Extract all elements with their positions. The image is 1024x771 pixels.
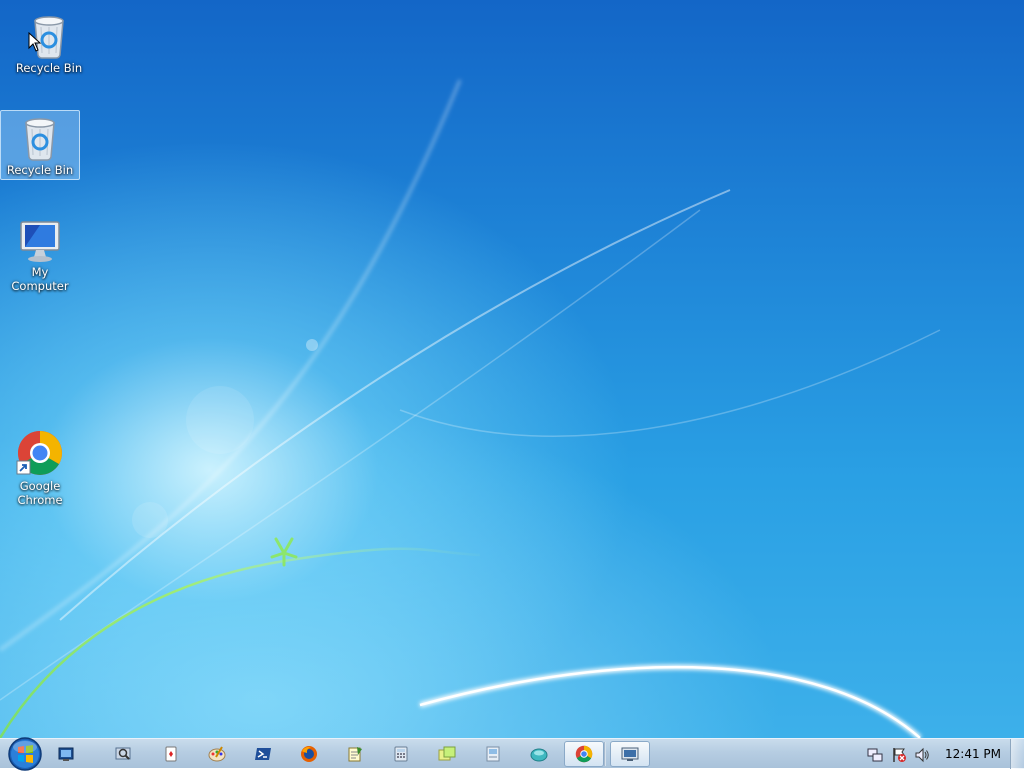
taskbar-chrome[interactable] [564, 741, 604, 767]
taskbar-display-settings[interactable] [610, 741, 650, 767]
taskbar-solitaire[interactable] [151, 741, 191, 767]
desktop-icon-label: My Computer [11, 265, 69, 293]
taskbar-magnifier[interactable] [104, 741, 144, 767]
network-icon[interactable] [867, 747, 883, 763]
display-settings-icon [621, 747, 639, 761]
volume-icon[interactable] [914, 747, 930, 763]
wallpaper-swooshes [0, 79, 941, 738]
action-center-flag-icon[interactable] [891, 747, 907, 763]
taskbar-file-transfer[interactable] [473, 741, 513, 767]
desktop-icon-recycle-bin[interactable]: Recycle Bin [9, 10, 89, 76]
taskbar-sticky-notes[interactable] [427, 741, 467, 767]
taskbar-remote-desktop[interactable] [46, 741, 86, 767]
desktop-icon-label: Recycle Bin [6, 163, 74, 177]
taskbar-firefox[interactable] [289, 741, 329, 767]
recycle-bin-icon [25, 118, 55, 161]
solitaire-icon [165, 746, 177, 762]
show-desktop-button[interactable] [1010, 739, 1024, 769]
paint-icon [208, 746, 226, 762]
start-button[interactable] [4, 733, 46, 771]
remote-desktop-icon [58, 747, 74, 761]
calculator-icon [394, 746, 408, 762]
teal-app-icon [530, 748, 548, 762]
taskbar-separator [604, 742, 606, 766]
computer-icon [20, 221, 60, 262]
taskbar: 12:41 PM [0, 737, 1024, 771]
desktop-icon-label: Recycle Bin [15, 61, 83, 75]
mouse-cursor-icon [28, 32, 42, 52]
taskbar-calculator[interactable] [381, 741, 421, 767]
desktop[interactable]: Recycle Bin Recycle Bin My Computer Goog… [0, 0, 1024, 738]
magnifier-icon [115, 747, 131, 760]
desktop-icon-google-chrome[interactable]: Google Chrome [0, 428, 80, 508]
chrome-shortcut-icon [16, 431, 62, 475]
file-transfer-icon [486, 746, 500, 762]
taskbar-powershell[interactable] [243, 741, 283, 767]
firefox-icon [301, 746, 317, 762]
taskbar-clock[interactable]: 12:41 PM [940, 747, 1006, 761]
notepad-icon [348, 747, 362, 762]
taskbar-teal-app[interactable] [519, 741, 559, 767]
desktop-icon-recycle-bin-selected[interactable]: Recycle Bin [0, 110, 80, 180]
chrome-icon [575, 745, 593, 763]
sticky-notes-icon [438, 746, 456, 761]
taskbar-notepad[interactable] [335, 741, 375, 767]
desktop-icon-my-computer[interactable]: My Computer [0, 218, 80, 294]
powershell-icon [255, 748, 271, 760]
desktop-icon-label: Google Chrome [17, 479, 63, 507]
taskbar-paint[interactable] [197, 741, 237, 767]
